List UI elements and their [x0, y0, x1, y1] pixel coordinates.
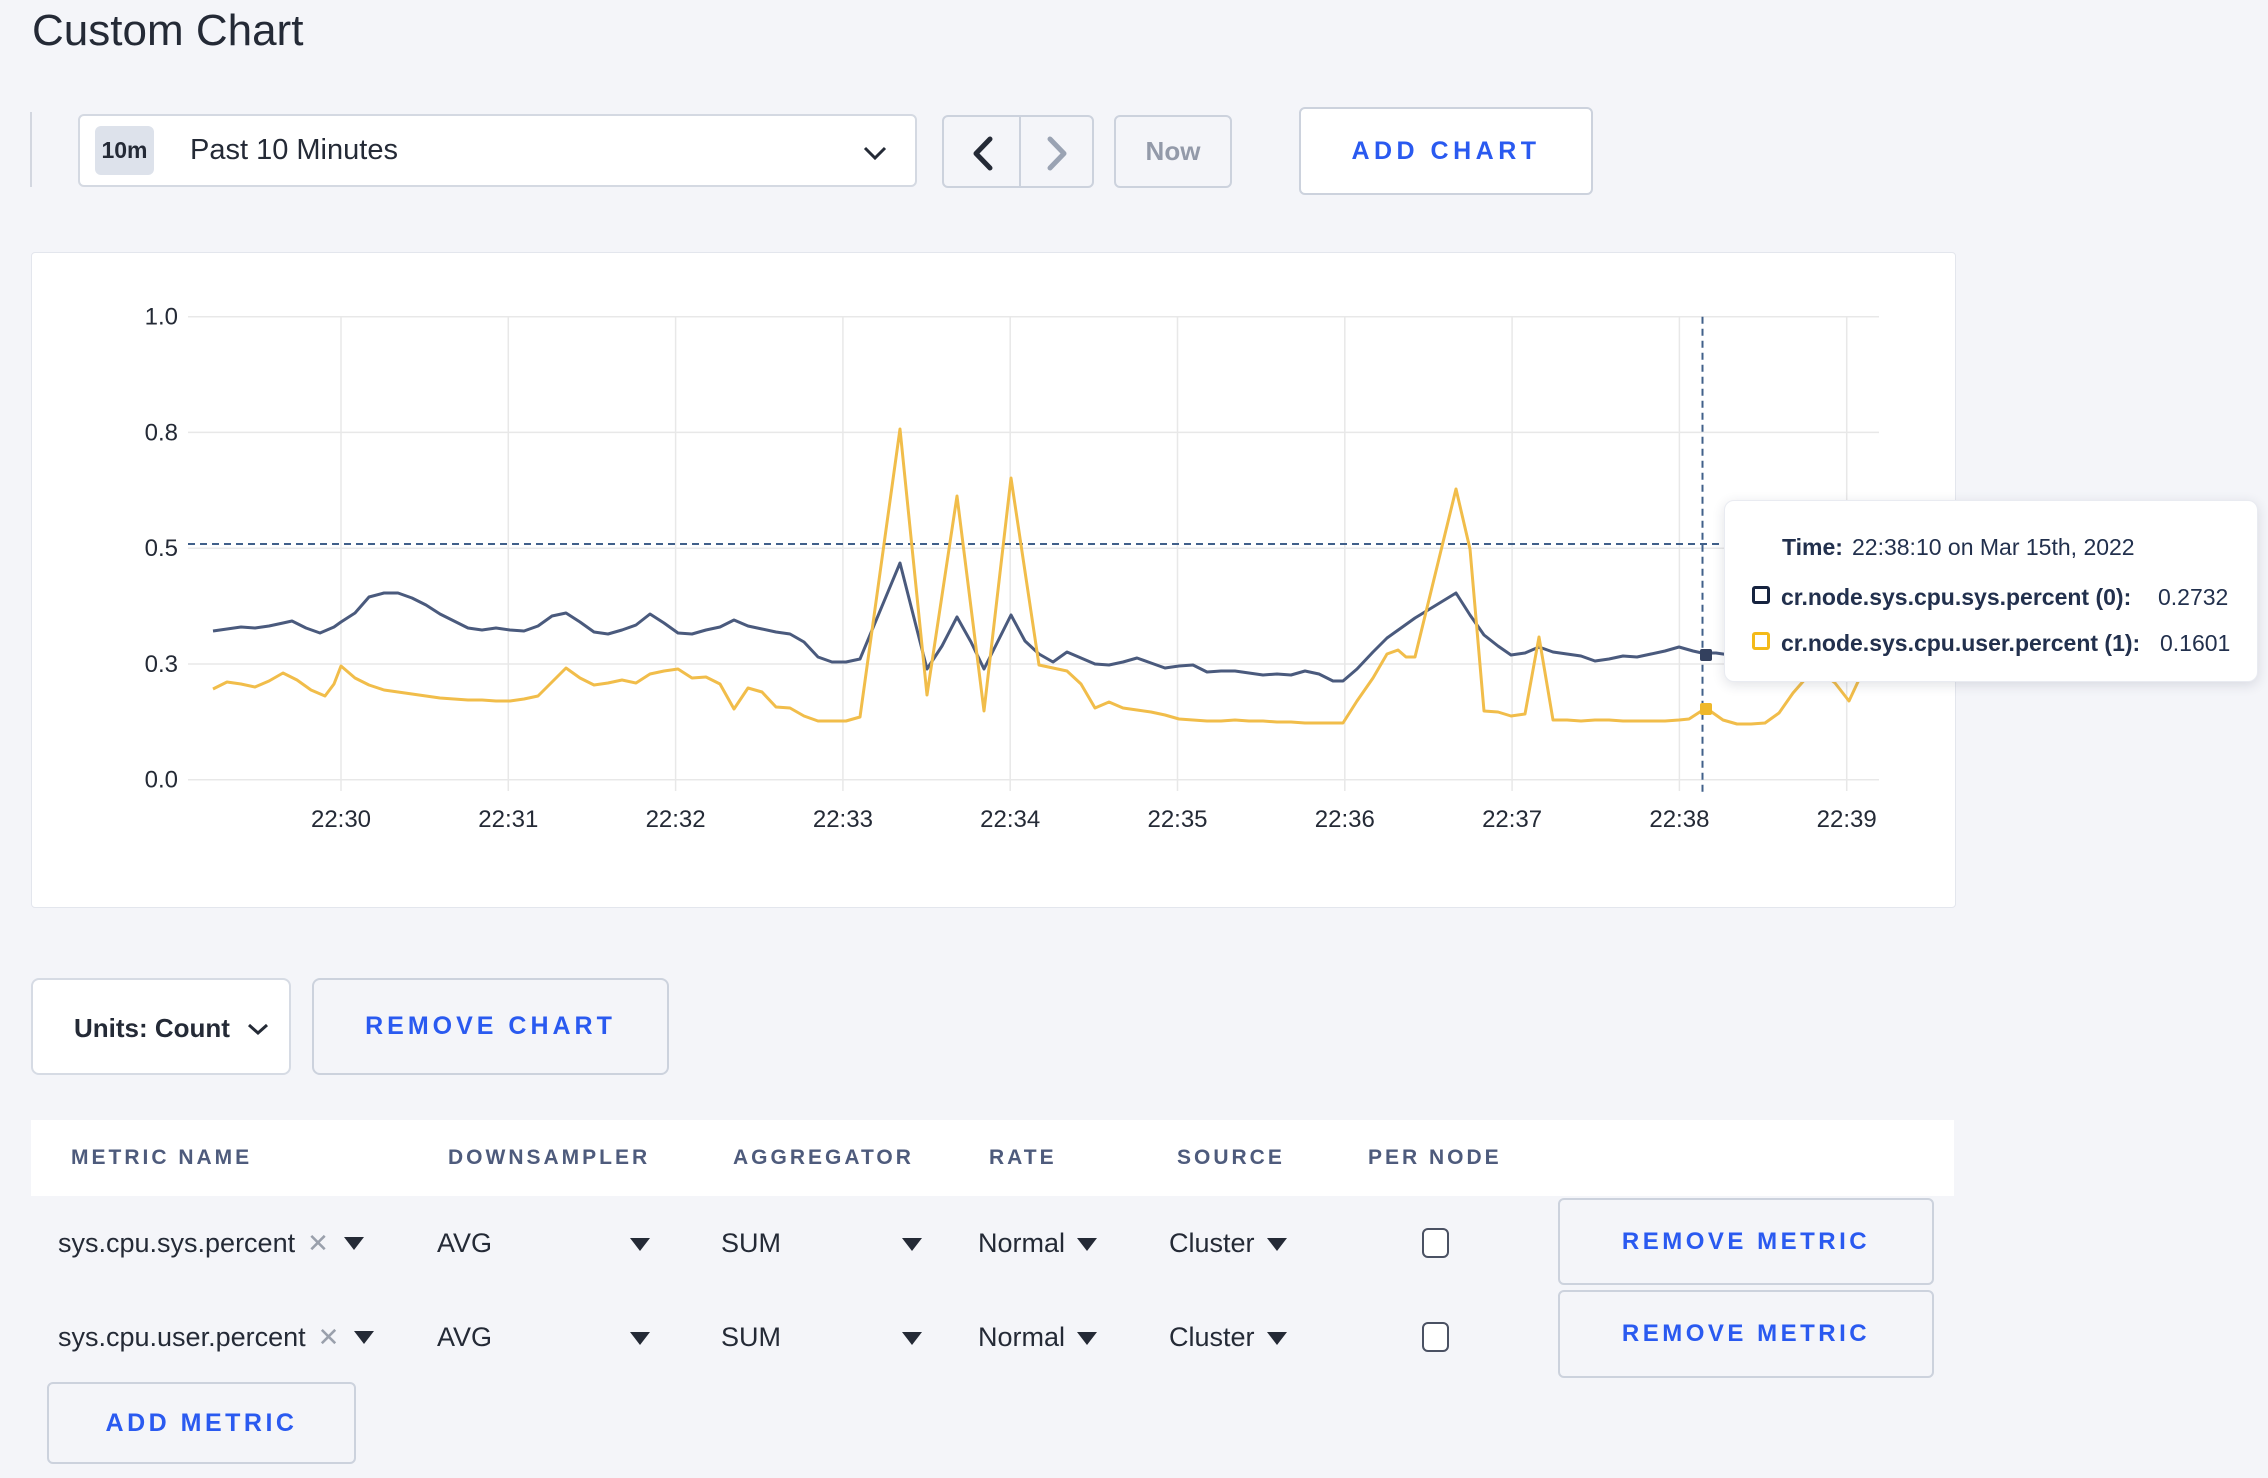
svg-text:0.3: 0.3 [145, 651, 178, 678]
svg-text:22:30: 22:30 [311, 806, 371, 833]
svg-text:22:35: 22:35 [1147, 806, 1207, 833]
svg-text:0.0: 0.0 [145, 767, 178, 794]
svg-text:22:33: 22:33 [813, 806, 873, 833]
svg-text:0.5: 0.5 [145, 535, 178, 562]
svg-text:1.0: 1.0 [145, 304, 178, 331]
svg-text:22:31: 22:31 [478, 806, 538, 833]
svg-text:22:37: 22:37 [1482, 806, 1542, 833]
svg-text:22:36: 22:36 [1315, 806, 1375, 833]
svg-text:22:38: 22:38 [1649, 806, 1709, 833]
svg-text:22:39: 22:39 [1817, 806, 1877, 833]
svg-text:22:34: 22:34 [980, 806, 1040, 833]
svg-text:0.8: 0.8 [145, 419, 178, 446]
svg-text:22:32: 22:32 [646, 806, 706, 833]
